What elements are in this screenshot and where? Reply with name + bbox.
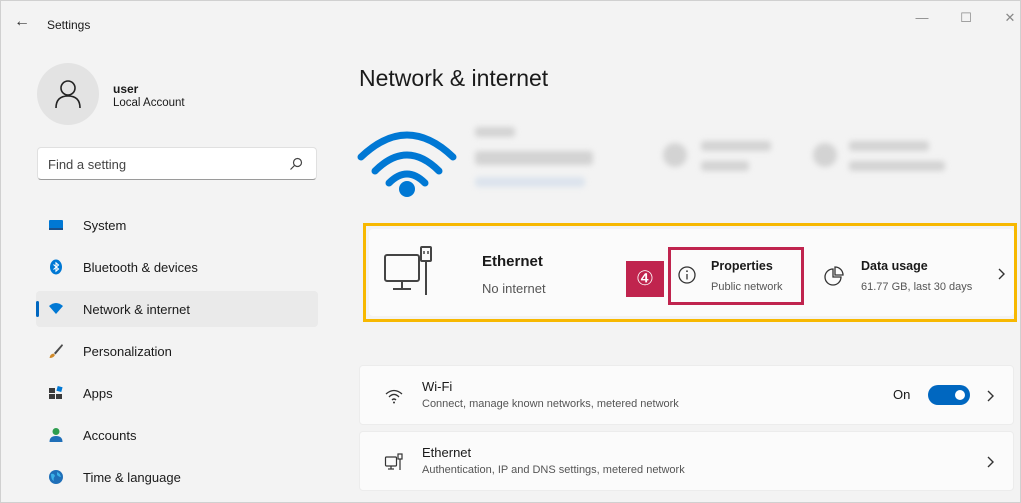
wifi-settings-row[interactable]: Wi-Fi Connect, manage known networks, me… xyxy=(359,365,1014,425)
sidebar-item-accounts[interactable]: Accounts xyxy=(36,417,318,453)
settings-window: ← Settings — ☐ ✕ user Local Account Syst… xyxy=(0,0,1021,503)
network-profile-type: Public network xyxy=(711,281,783,293)
search-box[interactable] xyxy=(37,147,317,180)
data-usage-button[interactable]: Data usage xyxy=(861,259,928,273)
globe-icon xyxy=(49,470,63,484)
row-subtitle: Authentication, IP and DNS settings, met… xyxy=(422,464,685,476)
search-input[interactable] xyxy=(48,155,278,173)
title-bar: ← Settings — ☐ ✕ xyxy=(1,1,1020,41)
ethernet-large-icon xyxy=(384,246,432,295)
maximize-icon[interactable]: ☐ xyxy=(949,7,983,29)
redacted-network-details xyxy=(463,119,1008,199)
person-icon xyxy=(55,80,81,109)
accounts-icon xyxy=(49,428,63,442)
sidebar-item-label: Personalization xyxy=(83,344,172,359)
sidebar-item-label: Accounts xyxy=(83,428,137,443)
minimize-icon[interactable]: — xyxy=(905,7,939,29)
toggle-state-label: On xyxy=(893,387,911,402)
ethernet-settings-row[interactable]: Ethernet Authentication, IP and DNS sett… xyxy=(359,431,1014,491)
chevron-right-icon[interactable] xyxy=(997,267,1007,281)
account-type: Local Account xyxy=(113,97,185,109)
apps-icon xyxy=(49,385,63,399)
wifi-icon xyxy=(385,389,403,404)
toggle-knob xyxy=(955,390,965,400)
bluetooth-icon xyxy=(50,259,62,275)
row-title: Wi-Fi xyxy=(422,379,453,394)
ethernet-status: No internet xyxy=(482,281,546,296)
wifi-toggle[interactable] xyxy=(928,385,970,405)
network-icon xyxy=(49,303,63,314)
sidebar-item-apps[interactable]: Apps xyxy=(36,375,318,411)
system-icon xyxy=(49,220,63,230)
sidebar-item-time-language[interactable]: Time & language xyxy=(36,459,318,495)
sidebar-item-label: System xyxy=(83,218,127,233)
close-icon[interactable]: ✕ xyxy=(993,7,1020,29)
active-indicator xyxy=(36,301,39,317)
ethernet-name: Ethernet xyxy=(482,253,543,270)
pie-chart-icon xyxy=(824,266,844,286)
brush-icon xyxy=(49,344,63,358)
page-title: Network & internet xyxy=(359,65,549,91)
wifi-large-icon xyxy=(357,131,457,197)
data-usage-amount: 61.77 GB, last 30 days xyxy=(861,281,973,293)
sidebar-item-label: Network & internet xyxy=(83,302,190,317)
info-icon xyxy=(678,266,696,284)
user-name: user xyxy=(113,82,139,96)
sidebar-item-network[interactable]: Network & internet xyxy=(36,291,318,327)
ethernet-icon xyxy=(384,453,403,470)
sidebar-item-label: Bluetooth & devices xyxy=(83,260,198,275)
sidebar-item-bluetooth[interactable]: Bluetooth & devices xyxy=(36,249,318,285)
search-icon[interactable] xyxy=(288,156,304,172)
row-title: Ethernet xyxy=(422,445,472,460)
sidebar-item-label: Time & language xyxy=(83,470,181,485)
sidebar-item-label: Apps xyxy=(83,386,113,401)
chevron-right-icon[interactable] xyxy=(986,389,996,403)
sidebar-item-system[interactable]: System xyxy=(36,207,318,243)
back-arrow-icon[interactable]: ← xyxy=(9,11,35,33)
properties-label: Properties xyxy=(711,259,773,273)
app-title: Settings xyxy=(47,18,91,32)
avatar[interactable] xyxy=(37,63,99,125)
row-subtitle: Connect, manage known networks, metered … xyxy=(422,398,679,410)
step-number-badge: ④ xyxy=(626,261,664,297)
chevron-right-icon[interactable] xyxy=(986,455,996,469)
sidebar-item-personalization[interactable]: Personalization xyxy=(36,333,318,369)
